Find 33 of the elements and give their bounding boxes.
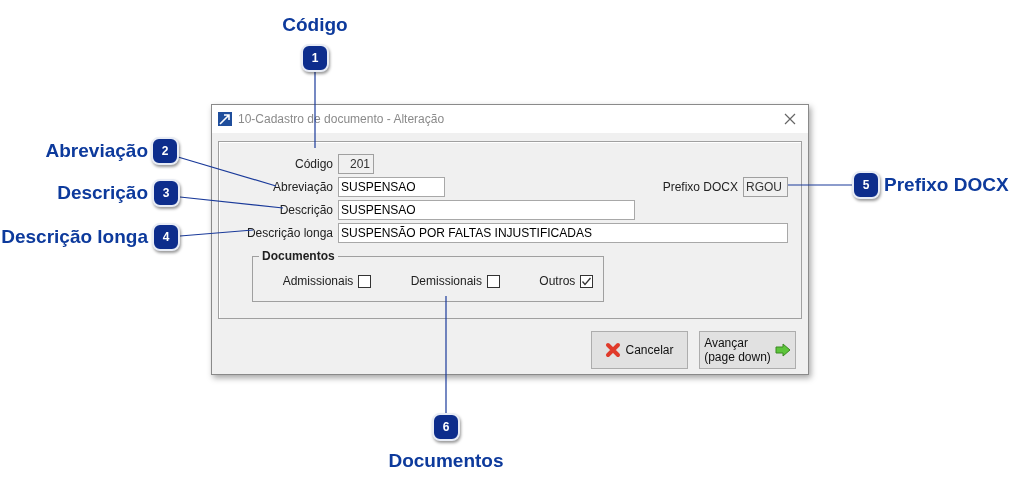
checkbox-label: Demissionais — [410, 273, 482, 290]
field-label: Descrição longa — [246, 225, 333, 242]
field-label: Código — [294, 156, 333, 173]
number-badge: 2 — [151, 137, 179, 165]
close-icon[interactable] — [784, 113, 796, 125]
callout-label: Documentos — [387, 449, 505, 473]
app-logo-icon — [218, 112, 232, 126]
field-label: Prefixo DOCX — [662, 179, 738, 196]
number-badge: 5 — [852, 171, 880, 199]
checkbox[interactable] — [487, 274, 500, 288]
checkbox-label: Admissionais — [282, 273, 354, 290]
arrow-right-icon — [774, 343, 791, 357]
callout-label: Descrição — [56, 181, 148, 205]
callout-label: Abreviação — [44, 139, 148, 163]
leader-line — [787, 184, 853, 186]
text-field[interactable]: SUSPENSAO — [338, 200, 635, 220]
cross-icon — [605, 342, 622, 358]
number-badge: 1 — [301, 44, 329, 72]
text-field[interactable]: SUSPENSÃO POR FALTAS INJUSTIFICADAS — [338, 223, 788, 243]
next-button[interactable]: Avançar (page down) — [699, 331, 796, 369]
checkbox-label: Outros — [539, 273, 576, 290]
callout-label: Prefixo DOCX — [884, 173, 1010, 197]
checkbox[interactable] — [580, 274, 594, 288]
field-label: Abreviação — [272, 179, 333, 196]
text-field[interactable]: SUSPENSAO — [338, 177, 445, 197]
number-badge: 3 — [152, 179, 180, 207]
number-badge: 6 — [432, 413, 460, 441]
checkbox[interactable] — [358, 274, 372, 288]
callout-label: Código — [281, 13, 349, 37]
callout-label: Descrição longa — [0, 225, 148, 249]
number-badge: 4 — [152, 223, 180, 251]
cancel-button[interactable]: Cancelar — [591, 331, 688, 369]
field-label: Descrição — [279, 202, 333, 219]
